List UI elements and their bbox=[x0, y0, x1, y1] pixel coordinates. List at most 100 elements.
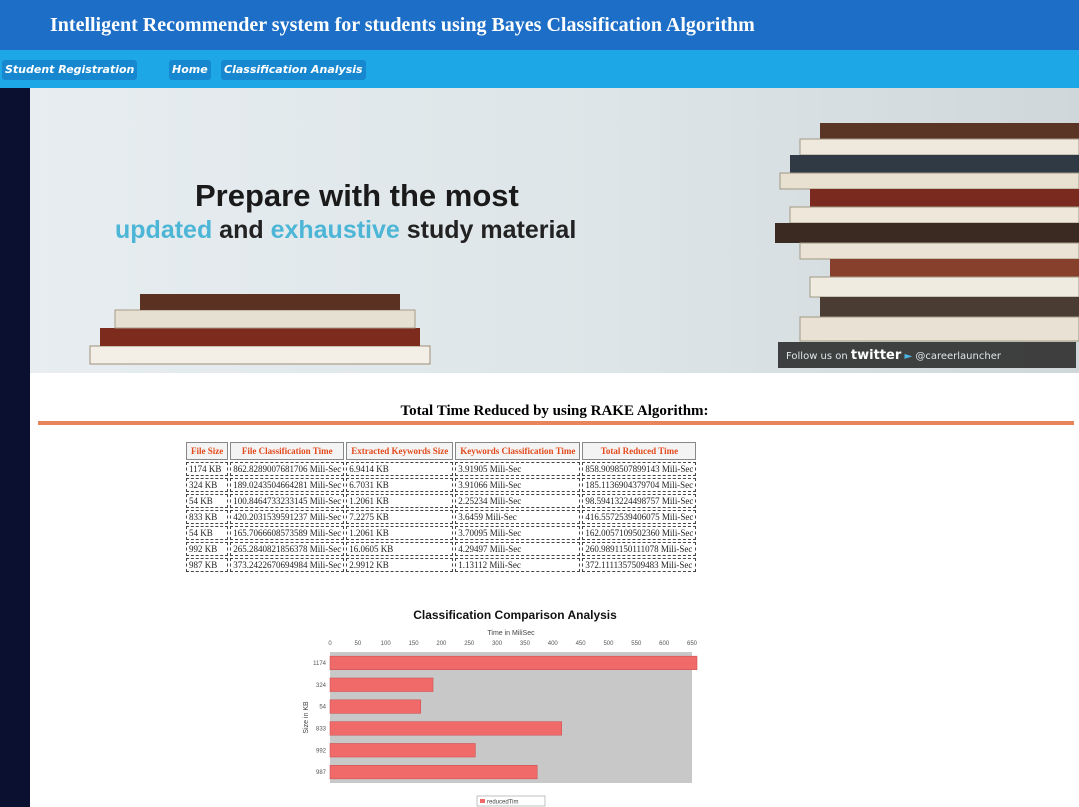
y-tick-label: 992 bbox=[316, 748, 327, 754]
classification-chart: Classification Comparison Analysis Time … bbox=[290, 608, 740, 807]
bar bbox=[329, 655, 698, 670]
cell-keywords-classification-time: 3.70095 Mili-Sec bbox=[455, 526, 581, 540]
x-tick-label: 250 bbox=[464, 641, 475, 647]
twitter-handle: @careerlauncher bbox=[915, 351, 1001, 362]
table-row: 992 KB 265.2840821856378 Mili-Sec 16.0605 … bbox=[186, 542, 697, 556]
cell-keywords-classification-time: 2.25234 Mili-Sec bbox=[455, 494, 581, 508]
cell-keywords-classification-time: 4.29497 Mili-Sec bbox=[455, 542, 581, 556]
x-tick-label: 400 bbox=[548, 641, 559, 647]
table-row: 1174 KB 862.8289007681706 Mili-Sec 6.9414 … bbox=[186, 462, 697, 476]
cell-extracted-keywords-size: 2.9912 KB bbox=[346, 558, 454, 572]
x-tick-label: 350 bbox=[520, 641, 531, 647]
cell-file-classification-time: 265.2840821856378 Mili-Sec bbox=[230, 542, 345, 556]
legend-label: reducedTim bbox=[487, 800, 518, 806]
cell-total-reduced-time: 98.59413224498757 Mili-Sec bbox=[582, 494, 697, 508]
x-tick-label: 150 bbox=[409, 641, 420, 647]
y-tick-label: 987 bbox=[316, 770, 327, 776]
legend-swatch bbox=[480, 799, 485, 803]
title-bar: Intelligent Recommender system for stude… bbox=[0, 0, 1079, 50]
section-title: Total Time Reduced by using RAKE Algorit… bbox=[400, 403, 709, 419]
x-tick-label: 450 bbox=[576, 641, 587, 647]
cell-total-reduced-time: 260.9891150111078 Mili-Sec bbox=[582, 542, 697, 556]
banner-subheadline: updated and exhaustive study material bbox=[115, 216, 576, 245]
section-divider bbox=[38, 421, 1074, 425]
x-tick-label: 300 bbox=[492, 641, 503, 647]
page-title: Intelligent Recommender system for stude… bbox=[50, 14, 755, 36]
y-tick-label: 1174 bbox=[313, 661, 327, 667]
nav-classification-analysis[interactable]: Classification Analysis bbox=[221, 60, 366, 80]
x-tick-label: 600 bbox=[659, 641, 670, 647]
nav-student-registration[interactable]: Student Registration bbox=[2, 60, 138, 80]
col-keywords-classification-time: Keywords Classification Time bbox=[455, 442, 581, 460]
x-tick-label: 650 bbox=[687, 641, 698, 647]
cell-extracted-keywords-size: 6.7031 KB bbox=[346, 478, 454, 492]
cell-extracted-keywords-size: 1.2061 KB bbox=[346, 526, 454, 540]
cell-file-size: 833 KB bbox=[186, 510, 229, 524]
cell-total-reduced-time: 185.1136904379704 Mili-Sec bbox=[582, 478, 697, 492]
banner-and: and bbox=[212, 216, 271, 244]
cell-file-size: 324 KB bbox=[186, 478, 229, 492]
cell-file-size: 54 KB bbox=[186, 494, 229, 508]
cell-file-size: 1174 KB bbox=[186, 462, 229, 476]
table-body: 1174 KB 862.8289007681706 Mili-Sec 6.9414 … bbox=[186, 462, 697, 572]
cell-file-classification-time: 100.8464733233145 Mili-Sec bbox=[230, 494, 345, 508]
cell-file-size: 54 KB bbox=[186, 526, 229, 540]
cell-total-reduced-time: 416.5572539406075 Mili-Sec bbox=[582, 510, 697, 524]
twitter-logo: twitter bbox=[850, 348, 902, 363]
col-file-classification-time: File Classification Time bbox=[230, 442, 345, 460]
col-extracted-keywords-size: Extracted Keywords Size bbox=[346, 442, 454, 460]
nav-home[interactable]: Home bbox=[169, 60, 211, 80]
bar bbox=[329, 721, 562, 736]
x-tick-label: 200 bbox=[436, 641, 447, 647]
cell-total-reduced-time: 162.0057109502360 Mili-Sec bbox=[582, 526, 697, 540]
chart-svg: Time in MiliSec 0 50 100 150 200 250 300 350 400 4… bbox=[303, 630, 698, 807]
banner-highlight-updated: updated bbox=[115, 216, 213, 244]
cell-file-size: 987 KB bbox=[186, 558, 229, 572]
y-tick-label: 54 bbox=[319, 705, 326, 711]
y-axis-label: Size in KB bbox=[303, 701, 310, 734]
x-tick-label: 100 bbox=[381, 641, 392, 647]
table-row: 324 KB 189.0243504664281 Mili-Sec 6.7031 K… bbox=[186, 478, 697, 492]
col-file-size: File Size bbox=[186, 442, 229, 460]
cell-total-reduced-time: 372.1111357509483 Mili-Sec bbox=[582, 558, 697, 572]
x-tick-label: 0 bbox=[328, 641, 332, 647]
y-tick-label: 833 bbox=[316, 726, 327, 732]
bar bbox=[329, 677, 434, 692]
cell-extracted-keywords-size: 1.2061 KB bbox=[346, 494, 454, 508]
cell-keywords-classification-time: 3.91066 Mili-Sec bbox=[455, 478, 581, 492]
x-axis-label: Time in MiliSec bbox=[487, 630, 535, 637]
table-header-row: File Size File Classification Time Extra… bbox=[186, 442, 697, 460]
bar bbox=[329, 699, 422, 714]
banner-headline: Prepare with the most bbox=[195, 178, 519, 213]
plot-area bbox=[330, 652, 692, 783]
reduction-table: File Size File Classification Time Extra… bbox=[184, 440, 698, 574]
table-row: 54 KB 165.7066608573589 Mili-Sec 1.2061 KB… bbox=[186, 526, 697, 540]
x-tick-label: 50 bbox=[355, 641, 362, 647]
bird-icon: ► bbox=[904, 351, 913, 362]
cell-file-size: 992 KB bbox=[186, 542, 229, 556]
cell-extracted-keywords-size: 16.0605 KB bbox=[346, 542, 454, 556]
banner-highlight-exhaustive: exhaustive bbox=[270, 216, 400, 244]
cell-file-classification-time: 373.2422670694984 Mili-Sec bbox=[230, 558, 345, 572]
left-strip bbox=[0, 88, 30, 807]
bar bbox=[329, 743, 476, 758]
follow-twitter-bar[interactable]: Follow us on twitter ► @careerlauncher bbox=[778, 342, 1076, 368]
cell-keywords-classification-time: 3.6459 Mili-Sec bbox=[455, 510, 581, 524]
banner-rest: study material bbox=[399, 216, 577, 244]
cell-extracted-keywords-size: 6.9414 KB bbox=[346, 462, 454, 476]
nav-bar: Student Registration Home Classification… bbox=[0, 50, 1079, 88]
cell-file-classification-time: 420.2031539591237 Mili-Sec bbox=[230, 510, 345, 524]
y-tick-label: 324 bbox=[316, 683, 327, 689]
cell-total-reduced-time: 858.9098507899143 Mili-Sec bbox=[582, 462, 697, 476]
cell-keywords-classification-time: 3.91905 Mili-Sec bbox=[455, 462, 581, 476]
bar bbox=[329, 765, 538, 780]
cell-file-classification-time: 165.7066608573589 Mili-Sec bbox=[230, 526, 345, 540]
table-row: 987 KB 373.2422670694984 Mili-Sec 2.9912 K… bbox=[186, 558, 697, 572]
cell-extracted-keywords-size: 7.2275 KB bbox=[346, 510, 454, 524]
table-row: 833 KB 420.2031539591237 Mili-Sec 7.2275 K… bbox=[186, 510, 697, 524]
col-total-reduced-time: Total Reduced Time bbox=[582, 442, 697, 460]
x-tick-label: 550 bbox=[631, 641, 642, 647]
banner-image: Prepare with the most updated and exhaus… bbox=[30, 88, 1079, 373]
cell-file-classification-time: 189.0243504664281 Mili-Sec bbox=[230, 478, 345, 492]
follow-text: Follow us on bbox=[786, 351, 848, 362]
